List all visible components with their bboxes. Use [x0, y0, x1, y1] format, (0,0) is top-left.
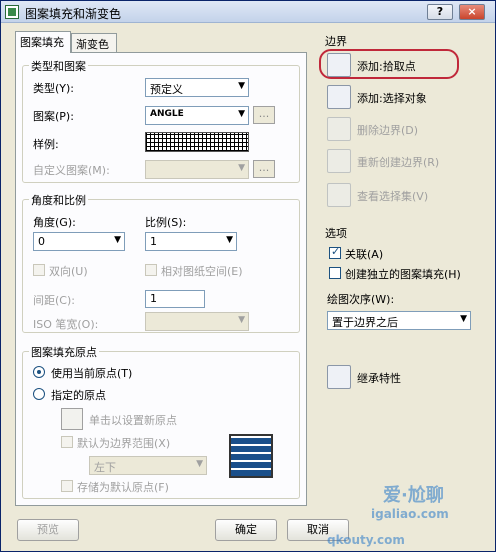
app-icon	[5, 5, 19, 19]
view-selections-button[interactable]: 查看选择集(V)	[327, 183, 467, 207]
specified-origin-label: 指定的原点	[51, 389, 106, 402]
view-selection-icon	[327, 183, 351, 207]
spacing-input[interactable]: 1	[145, 290, 205, 308]
independent-hatch-checkbox[interactable]	[329, 267, 341, 279]
close-button[interactable]: ×	[459, 4, 485, 20]
click-set-origin-label: 单击以设置新原点	[89, 414, 177, 427]
ok-button[interactable]: 确定	[215, 519, 277, 541]
preview-button[interactable]: 预览	[17, 519, 79, 541]
title-bar: 图案填充和渐变色 ? ×	[1, 1, 495, 23]
store-default-checkbox[interactable]	[61, 480, 73, 492]
chevron-down-icon: ▼	[238, 81, 245, 91]
use-current-origin-label: 使用当前原点(T)	[51, 367, 133, 380]
iso-pen-combo[interactable]: ▼	[145, 312, 249, 331]
add-select-objects-button[interactable]: 添加:选择对象	[327, 85, 467, 109]
inherit-brush-icon	[327, 365, 351, 389]
chevron-down-icon: ▼	[114, 235, 121, 245]
default-extent-checkbox[interactable]	[61, 436, 73, 448]
origin-position-value: 左下	[94, 461, 116, 474]
view-selections-label: 查看选择集(V)	[357, 190, 429, 203]
select-objects-icon	[327, 85, 351, 109]
scale-combo[interactable]: 1 ▼	[145, 232, 237, 251]
inherit-properties-button[interactable]: 继承特性	[327, 365, 467, 389]
recreate-boundary-button[interactable]: 重新创建边界(R)	[327, 149, 467, 173]
draw-order-label: 绘图次序(W):	[327, 293, 395, 306]
draw-order-combo[interactable]: 置于边界之后 ▼	[327, 311, 471, 330]
origin-position-combo[interactable]: 左下 ▼	[89, 456, 207, 475]
pattern-browse-button[interactable]: ...	[253, 106, 275, 124]
custom-pattern-combo[interactable]: ▼	[145, 160, 249, 179]
double-label: 双向(U)	[49, 265, 88, 278]
scale-label: 比例(S):	[145, 216, 187, 229]
default-extent-label: 默认为边界范围(X)	[77, 437, 171, 450]
swatch-label: 样例:	[33, 138, 59, 151]
angle-label: 角度(G):	[33, 216, 76, 229]
pattern-value: ANGLE	[150, 109, 184, 119]
tab-hatch[interactable]: 图案填充	[15, 31, 71, 53]
watermark-url: igaliao.com	[371, 507, 449, 521]
type-pattern-group: 类型和图案 类型(Y): 预定义 ▼ 图案(P): ANGLE ▼ ... 样例…	[22, 58, 300, 183]
type-label: 类型(Y):	[33, 82, 75, 95]
hatch-origin-heading: 图案填充原点	[29, 344, 99, 360]
specified-origin-radio[interactable]	[33, 388, 45, 400]
angle-value: 0	[38, 235, 45, 248]
chevron-down-icon: ▼	[226, 235, 233, 245]
chevron-down-icon: ▼	[238, 109, 245, 119]
pattern-label: 图案(P):	[33, 110, 74, 123]
independent-hatch-label: 创建独立的图案填充(H)	[345, 268, 461, 281]
chevron-down-icon: ▼	[196, 459, 203, 469]
set-origin-icon[interactable]	[61, 408, 83, 430]
type-combo[interactable]: 预定义 ▼	[145, 78, 249, 97]
iso-pen-label: ISO 笔宽(O):	[33, 318, 99, 331]
angle-scale-group: 角度和比例 角度(G): 0 ▼ 比例(S): 1 ▼ 双向(U) 相对图纸空间…	[22, 192, 300, 333]
scale-value: 1	[150, 235, 157, 248]
relative-paper-label: 相对图纸空间(E)	[161, 265, 243, 278]
draw-order-value: 置于边界之后	[332, 316, 398, 329]
type-value: 预定义	[150, 83, 183, 96]
hatch-tab-page: 类型和图案 类型(Y): 预定义 ▼ 图案(P): ANGLE ▼ ... 样例…	[15, 52, 307, 506]
associative-checkbox[interactable]	[329, 245, 341, 259]
chevron-down-icon: ▼	[238, 163, 245, 173]
remove-boundary-icon	[327, 117, 351, 141]
hatch-origin-group: 图案填充原点 使用当前原点(T) 指定的原点 单击以设置新原点 默认为边界范围(…	[22, 344, 300, 499]
options-heading: 选项	[325, 227, 347, 240]
watermark: 爱·尬聊 igaliao.com qkouty.com	[327, 481, 491, 549]
remove-boundaries-label: 删除边界(D)	[357, 124, 419, 137]
associative-label: 关联(A)	[345, 248, 384, 261]
double-checkbox[interactable]	[33, 264, 45, 276]
pattern-combo[interactable]: ANGLE ▼	[145, 106, 249, 125]
pattern-swatch[interactable]	[145, 132, 249, 152]
help-button[interactable]: ?	[427, 4, 453, 20]
tab-gradient[interactable]: 渐变色	[71, 33, 117, 53]
chevron-down-icon: ▼	[238, 315, 245, 325]
add-select-objects-label: 添加:选择对象	[357, 92, 427, 105]
watermark-domain: qkouty.com	[327, 533, 405, 547]
recreate-boundary-icon	[327, 149, 351, 173]
custom-pattern-label: 自定义图案(M):	[33, 164, 110, 177]
hatch-dialog: 图案填充和渐变色 ? × 图案填充 渐变色 类型和图案 类型(Y): 预定义 ▼…	[0, 0, 496, 552]
remove-boundaries-button[interactable]: 删除边界(D)	[327, 117, 467, 141]
boundaries-heading: 边界	[325, 35, 347, 48]
window-title: 图案填充和渐变色	[25, 7, 122, 21]
spacing-label: 间距(C):	[33, 294, 75, 307]
highlight-annotation	[319, 49, 459, 79]
use-current-origin-radio[interactable]	[33, 366, 45, 378]
angle-combo[interactable]: 0 ▼	[33, 232, 125, 251]
custom-browse-button[interactable]: ...	[253, 160, 275, 178]
angle-scale-heading: 角度和比例	[29, 192, 88, 208]
type-pattern-heading: 类型和图案	[29, 58, 88, 74]
watermark-brand: 爱·尬聊	[383, 485, 444, 506]
chevron-down-icon: ▼	[460, 314, 467, 324]
recreate-boundary-label: 重新创建边界(R)	[357, 156, 440, 169]
origin-preview-image	[229, 434, 273, 478]
inherit-properties-label: 继承特性	[357, 372, 401, 385]
store-default-label: 存储为默认原点(F)	[77, 481, 169, 494]
relative-paper-checkbox[interactable]	[145, 264, 157, 276]
